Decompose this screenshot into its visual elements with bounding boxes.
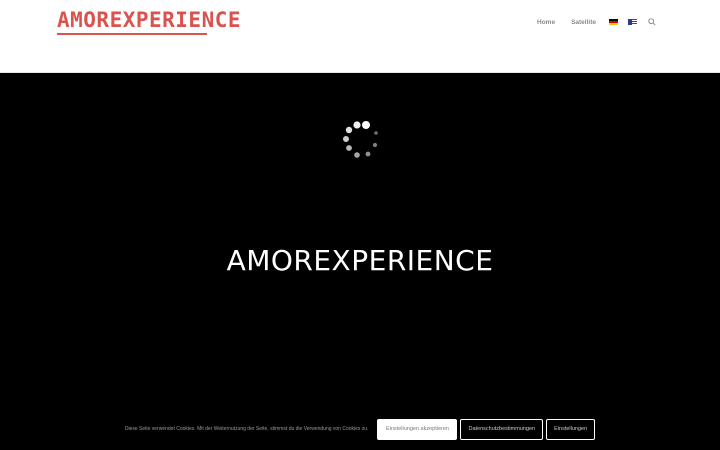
cookie-bar: Diese Seite verwendet Cookies. Mit der W… <box>0 416 720 442</box>
cookie-settings-button[interactable]: Einstellungen <box>546 418 596 440</box>
search-icon[interactable] <box>646 16 658 28</box>
site-logo[interactable]: AMOREXPERIENCE <box>57 4 242 35</box>
loading-spinner-icon <box>337 117 381 161</box>
main-nav: Home Satellite <box>529 14 658 30</box>
privacy-policy-button[interactable]: Datenschutzbestimmungen <box>460 418 544 440</box>
logo-underline <box>57 33 207 35</box>
hero-title: AMOREXPERIENCE <box>226 244 494 277</box>
german-flag-icon[interactable] <box>609 19 618 25</box>
site-header: AMOREXPERIENCE Home Satellite <box>0 0 720 73</box>
nav-item-satellite[interactable]: Satellite <box>563 19 604 26</box>
english-flag-icon[interactable] <box>628 19 637 25</box>
nav-item-home[interactable]: Home <box>529 19 563 26</box>
cookie-notice-text: Diese Seite verwendet Cookies. Mit der W… <box>124 426 369 432</box>
accept-cookies-button[interactable]: Einstellungen akzeptieren <box>377 418 458 440</box>
site-logo-text: AMOREXPERIENCE <box>57 8 242 32</box>
